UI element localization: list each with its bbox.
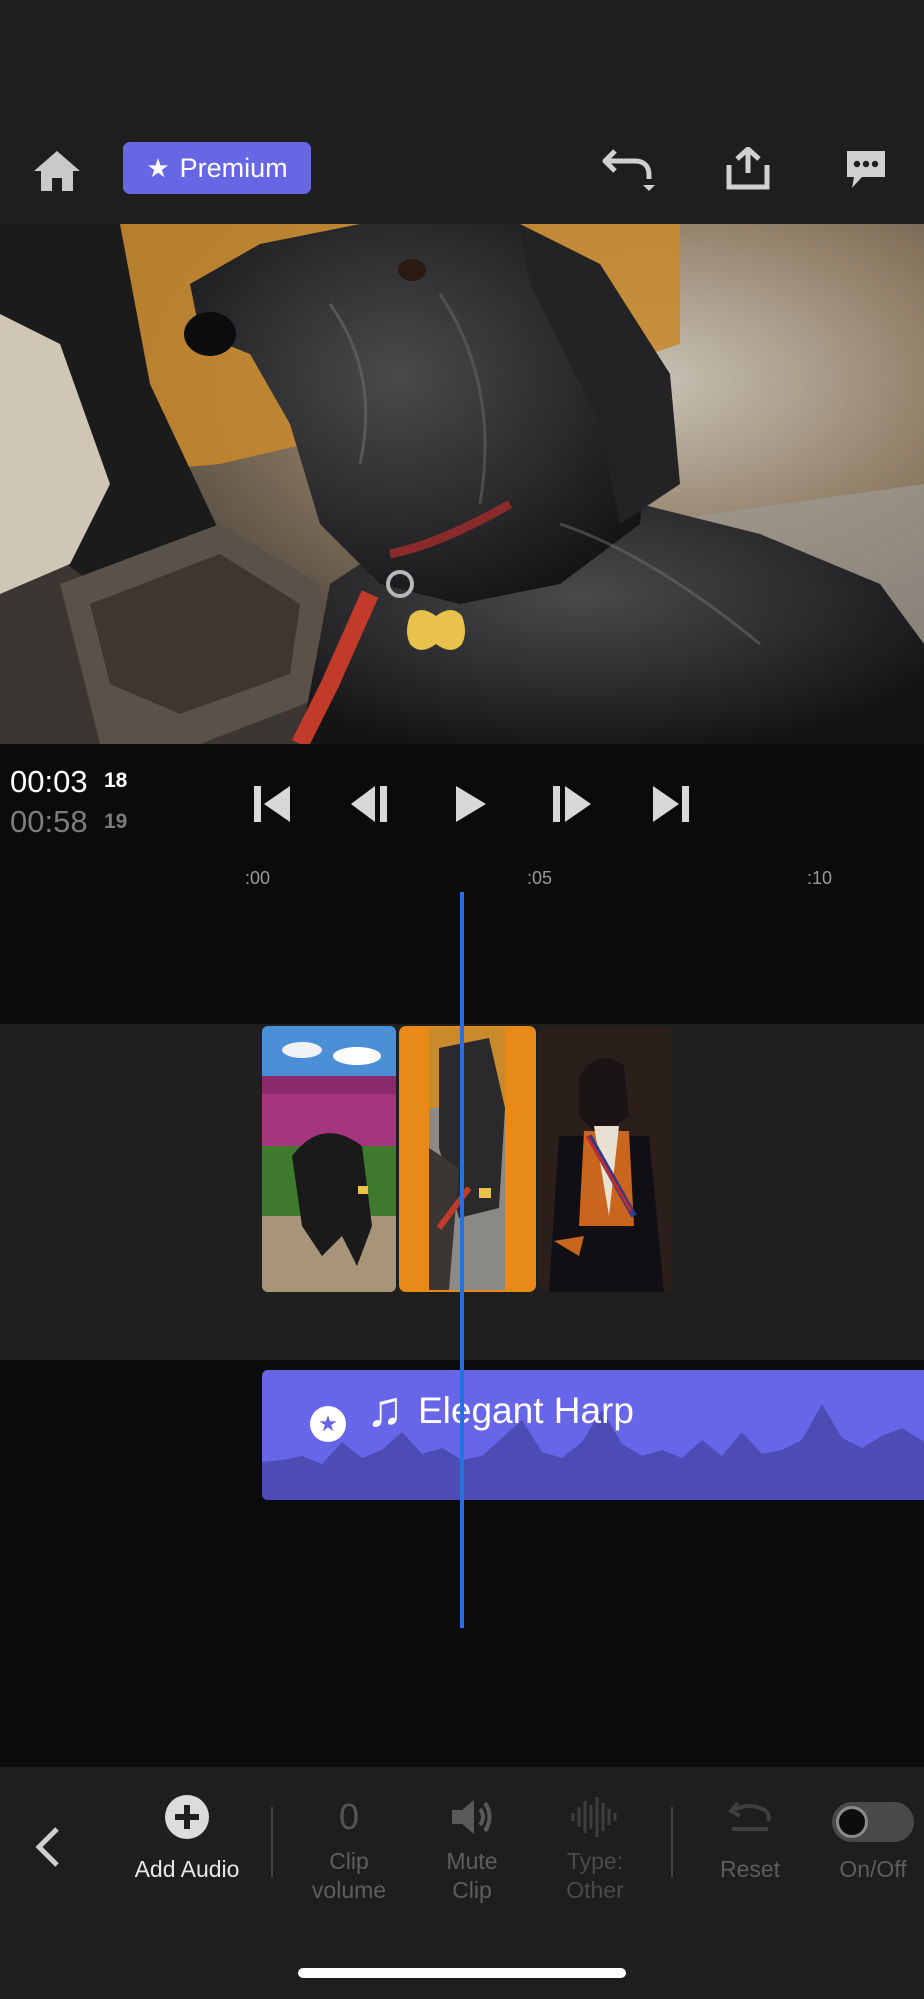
skip-to-start-icon[interactable] xyxy=(246,778,298,830)
premium-label: Premium xyxy=(179,152,288,183)
clip-thumbnail xyxy=(429,1028,505,1290)
next-frame-icon[interactable] xyxy=(545,778,597,830)
chat-icon[interactable] xyxy=(836,140,896,200)
add-circle-icon xyxy=(126,1787,248,1847)
audio-type-label-1: Type: xyxy=(566,1848,624,1874)
audio-type-button[interactable]: Type: Other xyxy=(534,1787,656,1905)
add-audio-button[interactable]: Add Audio xyxy=(126,1787,248,1884)
total-frame: 19 xyxy=(104,810,128,833)
music-note-icon: ♫ xyxy=(366,1381,404,1437)
add-audio-label: Add Audio xyxy=(134,1856,240,1882)
transport-bar: 00:03 18 00:58 19 xyxy=(0,744,924,856)
divider xyxy=(271,1807,273,1877)
home-icon[interactable] xyxy=(28,142,86,200)
mute-clip-label-2: Clip xyxy=(452,1877,492,1903)
share-icon[interactable] xyxy=(718,138,778,200)
toggle-switch[interactable] xyxy=(832,1802,914,1842)
audio-clip[interactable]: ★ ♫ Elegant Harp xyxy=(262,1370,924,1500)
playhead[interactable] xyxy=(460,892,464,1628)
ruler-label-0: :00 xyxy=(245,868,271,888)
previous-frame-icon[interactable] xyxy=(345,778,397,830)
on-off-label: On/Off xyxy=(839,1856,907,1882)
undo-icon[interactable] xyxy=(596,142,662,200)
mute-clip-button[interactable]: Mute Clip xyxy=(411,1787,533,1905)
audio-type-label-2: Other xyxy=(566,1877,624,1903)
clip-volume-label-2: volume xyxy=(311,1877,387,1903)
video-clip-dog-portrait[interactable] xyxy=(539,1026,672,1292)
waveform-icon xyxy=(534,1787,656,1847)
premium-star-icon: ★ xyxy=(310,1406,346,1442)
clip-volume-button[interactable]: 0 Clip volume xyxy=(288,1787,410,1905)
mute-clip-label-1: Mute xyxy=(446,1848,498,1874)
status-bar-area xyxy=(0,0,924,120)
speaker-icon xyxy=(411,1787,533,1847)
current-frame: 18 xyxy=(104,769,128,792)
star-icon: ★ xyxy=(146,153,170,183)
ruler-label-10: :10 xyxy=(807,868,833,888)
skip-to-end-icon[interactable] xyxy=(645,778,697,830)
divider xyxy=(671,1807,673,1877)
audio-tools-panel: Add Audio 0 Clip volume Mute Clip Type: … xyxy=(0,1767,924,1999)
home-indicator xyxy=(298,1968,626,1978)
top-toolbar: ★ Premium xyxy=(0,120,924,224)
current-time: 00:03 xyxy=(10,764,88,799)
reset-icon xyxy=(689,1787,811,1847)
video-clip-dog-closeup-selected[interactable] xyxy=(399,1026,536,1292)
back-chevron-icon[interactable] xyxy=(26,1817,70,1877)
ruler-label-5: :05 xyxy=(527,868,553,888)
total-time: 00:58 xyxy=(10,804,88,839)
video-clip-tulips[interactable] xyxy=(262,1026,396,1292)
clip-volume-label-1: Clip xyxy=(329,1848,369,1874)
premium-button[interactable]: ★ Premium xyxy=(123,142,311,194)
toggle-knob xyxy=(836,1806,868,1838)
reset-button[interactable]: Reset xyxy=(689,1787,811,1884)
reset-label: Reset xyxy=(719,1856,781,1882)
on-off-toggle[interactable]: On/Off xyxy=(812,1787,924,1884)
audio-title: Elegant Harp xyxy=(418,1390,634,1431)
video-preview[interactable] xyxy=(0,224,924,744)
play-icon[interactable] xyxy=(444,778,496,830)
clip-volume-value: 0 xyxy=(338,1796,360,1837)
